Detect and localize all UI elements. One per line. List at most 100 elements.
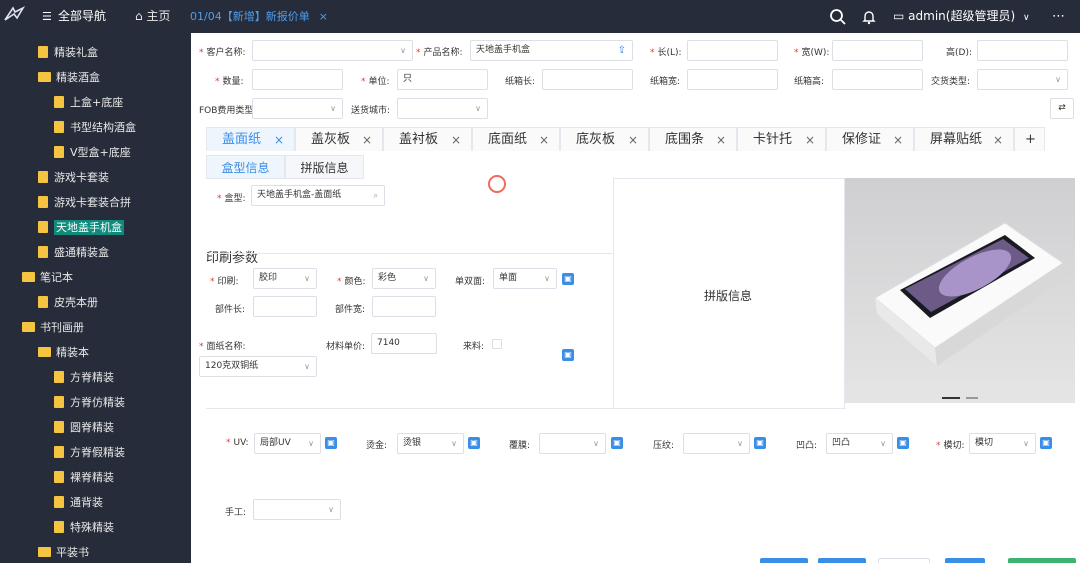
side-select[interactable]: 单面 ∨ (493, 268, 557, 289)
add-icon[interactable]: ▣ (1040, 437, 1052, 449)
sidebar-item-selected[interactable]: 天地盖手机盒 (38, 218, 124, 238)
add-icon[interactable]: ▣ (562, 349, 574, 361)
tab-part-0[interactable]: 盖面纸 × (206, 127, 295, 151)
sidebar-item[interactable]: 方脊精装 (54, 368, 114, 388)
close-icon[interactable]: × (451, 128, 461, 152)
sidebar-item[interactable]: 精装酒盒 (38, 68, 100, 88)
close-icon[interactable]: × (362, 128, 372, 152)
tab-part-6[interactable]: 卡针托 × (737, 127, 826, 151)
close-icon[interactable]: × (539, 128, 549, 152)
unit-input[interactable]: 只 (397, 69, 488, 90)
box-type-input[interactable]: 天地盖手机盒-盖面纸 ⌕ (251, 185, 385, 206)
close-icon[interactable]: × (274, 128, 284, 152)
more-icon[interactable]: ⋯ (1052, 0, 1065, 33)
search-icon[interactable]: ⌕ (374, 186, 378, 205)
close-icon[interactable]: × (993, 128, 1003, 152)
tab-part-4[interactable]: 底灰板 × (560, 127, 649, 151)
sidebar-item[interactable]: 方脊假精装 (54, 443, 125, 463)
action-button[interactable] (818, 558, 866, 563)
sidebar-item[interactable]: 方脊仿精装 (54, 393, 125, 413)
add-icon[interactable]: ▣ (468, 437, 480, 449)
close-icon[interactable]: × (805, 128, 815, 152)
sidebar-item[interactable]: 圆脊精装 (54, 418, 114, 438)
chevron-down-icon: ∨ (308, 439, 314, 448)
sidebar-item[interactable]: 书刊画册 (22, 318, 84, 338)
fob-select[interactable]: ∨ (252, 98, 343, 119)
carton-width-input[interactable] (687, 69, 778, 90)
tab-part-1[interactable]: 盖灰板 × (295, 127, 383, 151)
upload-icon[interactable]: ⇪ (618, 41, 626, 60)
length-input[interactable] (687, 40, 778, 61)
sidebar-item[interactable]: 裸脊精装 (54, 468, 114, 488)
sidebar-item[interactable]: 游戏卡套装合拼 (38, 193, 131, 213)
part-length-input[interactable] (253, 296, 317, 317)
add-icon[interactable]: ▣ (562, 273, 574, 285)
tab-layout-info[interactable]: 拼版信息 (285, 155, 364, 179)
width-input[interactable] (832, 40, 923, 61)
action-button[interactable] (760, 558, 808, 563)
emboss-select[interactable]: 凹凸 ∨ (826, 433, 893, 454)
sidebar-item[interactable]: 精装本 (38, 343, 89, 363)
sidebar-item[interactable]: 通背装 (54, 493, 103, 513)
action-button[interactable] (945, 558, 985, 563)
material-checkbox[interactable] (492, 339, 502, 349)
price-input[interactable]: 7140 (371, 333, 437, 354)
film-select[interactable]: ∨ (539, 433, 606, 454)
qty-input[interactable] (252, 69, 343, 90)
sidebar-item[interactable]: 游戏卡套装 (38, 168, 109, 188)
product-input[interactable]: 天地盖手机盒 ⇪ (470, 40, 633, 61)
add-icon[interactable]: ▣ (325, 437, 337, 449)
sidebar-item[interactable]: 笔记本 (22, 268, 73, 288)
color-select[interactable]: 彩色 ∨ (372, 268, 436, 289)
die-cut-select[interactable]: 模切 ∨ (969, 433, 1036, 454)
carton-length-input[interactable] (542, 69, 633, 90)
close-icon[interactable]: × (716, 128, 726, 152)
refresh-button[interactable]: ⇄ (1050, 98, 1074, 119)
tab-part-5[interactable]: 底围条 × (649, 127, 737, 151)
close-icon[interactable]: × (319, 10, 328, 23)
chevron-down-icon: ∨ (1023, 439, 1029, 448)
close-icon[interactable]: × (893, 128, 903, 152)
print-select[interactable]: 胶印 ∨ (253, 268, 317, 289)
add-tab-button[interactable]: + (1014, 127, 1045, 151)
sidebar-item[interactable]: V型盒+底座 (54, 143, 131, 163)
uv-select[interactable]: 局部UV ∨ (254, 433, 321, 454)
fob-label: FOB费用类型 (199, 106, 254, 116)
press-select[interactable]: ∨ (683, 433, 750, 454)
trade-type-select[interactable]: ∨ (977, 69, 1068, 90)
sidebar-item[interactable]: 皮壳本册 (38, 293, 98, 313)
search-icon[interactable] (829, 0, 847, 33)
tab-part-8[interactable]: 屏幕贴纸 × (914, 127, 1014, 151)
part-width-input[interactable] (372, 296, 436, 317)
tab-part-3[interactable]: 底面纸 × (472, 127, 560, 151)
home-tab[interactable]: ⌂ 主页 (135, 0, 170, 33)
tab-box-info[interactable]: 盒型信息 (206, 155, 285, 179)
close-icon[interactable]: × (628, 128, 638, 152)
carton-height-input[interactable] (832, 69, 923, 90)
sidebar-item[interactable]: 盛通精装盒 (38, 243, 109, 263)
height-input[interactable] (977, 40, 1068, 61)
tab-new-quote[interactable]: 01/04【新增】新报价单 × (190, 0, 328, 33)
tab-part-2[interactable]: 盖衬板 × (383, 127, 472, 151)
action-button[interactable] (1008, 558, 1076, 563)
add-icon[interactable]: ▣ (897, 437, 909, 449)
sidebar-item[interactable]: 书型结构酒盒 (54, 118, 136, 138)
bell-icon[interactable] (862, 0, 876, 33)
sidebar-item[interactable]: 精装礼盒 (38, 43, 98, 63)
action-button[interactable] (878, 558, 930, 563)
handwork-select[interactable]: ∨ (253, 499, 341, 520)
add-icon[interactable]: ▣ (754, 437, 766, 449)
city-select[interactable]: ∨ (397, 98, 488, 119)
sidebar-item[interactable]: 平装书 (38, 543, 89, 563)
add-icon[interactable]: ▣ (611, 437, 623, 449)
chevron-down-icon: ∨ (475, 104, 481, 113)
sidebar-item[interactable]: 特殊精装 (54, 518, 114, 538)
sidebar-item[interactable]: 上盒+底座 (54, 93, 123, 113)
tab-part-7[interactable]: 保修证 × (826, 127, 914, 151)
customer-select[interactable]: ∨ (252, 40, 413, 61)
paper-select[interactable]: 120克双铜纸 ∨ (199, 356, 317, 377)
gild-select[interactable]: 烫银 ∨ (397, 433, 464, 454)
all-nav-button[interactable]: ☰ 全部导航 (42, 0, 106, 33)
gild-label: 烫金: (366, 441, 388, 451)
user-menu[interactable]: ▭ admin(超级管理员) ∨ (893, 0, 1030, 33)
